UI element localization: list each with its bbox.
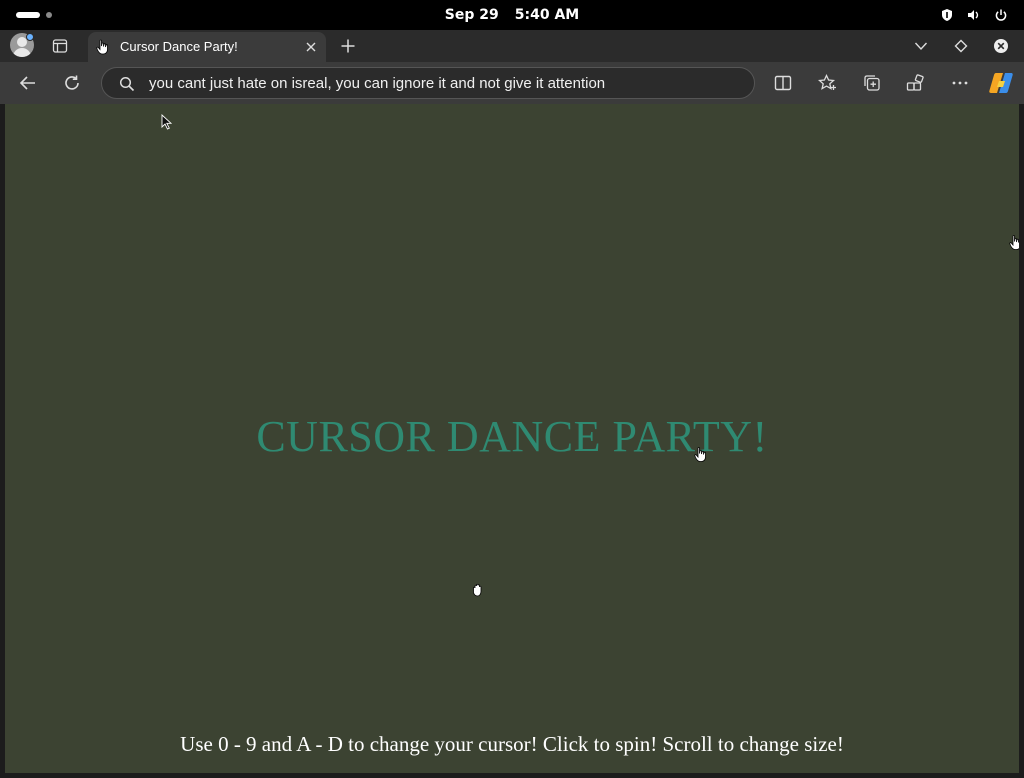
close-tab-icon[interactable] (304, 40, 318, 54)
power-icon[interactable] (994, 8, 1008, 22)
diamond-icon[interactable] (954, 39, 968, 53)
tab-strip: Cursor Dance Party! (0, 30, 1024, 62)
browser-toolbar: you cant just hate on isreal, you can ig… (0, 62, 1024, 104)
arrow-cursor-icon (161, 114, 172, 130)
tab-title: Cursor Dance Party! (120, 39, 238, 54)
active-tab[interactable]: Cursor Dance Party! (88, 32, 326, 62)
page-instructions: Use 0 - 9 and A - D to change your curso… (180, 732, 844, 756)
page-title: CURSOR DANCE PARTY! (256, 412, 768, 461)
collections-icon[interactable] (863, 74, 881, 92)
favorites-icon[interactable] (818, 74, 837, 92)
address-input[interactable]: you cant just hate on isreal, you can ig… (149, 75, 605, 92)
copilot-icon[interactable] (988, 71, 1014, 95)
pointing-hand-cursor-icon (1009, 235, 1019, 250)
volume-icon[interactable] (966, 8, 980, 22)
split-screen-icon[interactable] (774, 74, 792, 92)
close-window-icon[interactable] (993, 38, 1009, 54)
system-clock[interactable]: Sep 29 5:40 AM (0, 7, 1024, 23)
pointing-hand-cursor-icon (694, 447, 706, 462)
tab-actions-icon[interactable] (52, 38, 68, 54)
refresh-icon[interactable] (63, 74, 81, 92)
page-viewport[interactable]: CURSOR DANCE PARTY! Use 0 - 9 and A - D … (5, 104, 1019, 773)
more-icon[interactable] (951, 79, 969, 87)
open-hand-cursor-icon (473, 583, 482, 597)
system-top-bar: Sep 29 5:40 AM (0, 0, 1024, 30)
search-icon (119, 76, 135, 92)
extensions-icon[interactable] (906, 74, 924, 92)
tab-list-icon[interactable] (914, 40, 928, 52)
back-icon[interactable] (19, 74, 37, 92)
system-date: Sep 29 (444, 7, 499, 23)
hand-cursor-icon (96, 39, 108, 55)
system-time: 5:40 AM (514, 7, 580, 23)
shield-icon[interactable] (940, 8, 954, 22)
profile-badge (26, 33, 34, 41)
new-tab-icon[interactable] (340, 38, 356, 54)
address-bar[interactable]: you cant just hate on isreal, you can ig… (101, 67, 755, 99)
